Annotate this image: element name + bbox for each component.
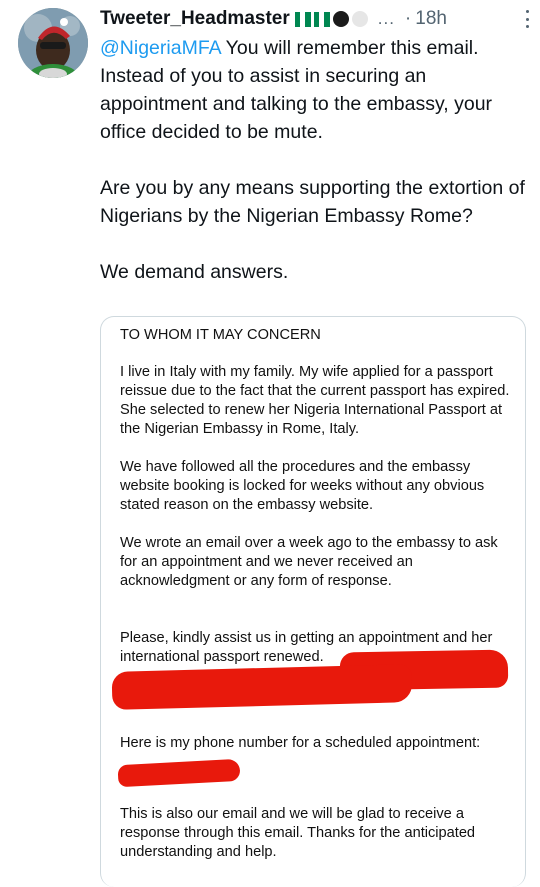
white-circle-icon	[351, 11, 368, 27]
tweet-paragraph-3: We demand answers.	[100, 261, 289, 283]
tweet-timestamp[interactable]: 18h	[415, 8, 447, 30]
name-truncation: ...	[377, 9, 395, 28]
letter-paragraph-2: We have followed all the procedures and …	[120, 459, 485, 513]
nigeria-flag-icon	[313, 11, 330, 27]
more-options-icon[interactable]	[522, 10, 532, 28]
letter-paragraph-6: This is also our email and we will be gl…	[120, 806, 476, 860]
letter-paragraph-1: I live in Italy with my family. My wife …	[120, 364, 510, 437]
username[interactable]: Tweeter_Headmaster	[100, 8, 290, 30]
name-emojis	[294, 11, 368, 27]
letter-paragraph-5: Here is my phone number for a scheduled …	[120, 735, 481, 751]
avatar[interactable]	[18, 8, 88, 78]
tweet-paragraph-2: Are you by any means supporting the exto…	[100, 177, 525, 227]
letter-title: TO WHOM IT MAY CONCERN	[120, 327, 321, 343]
mention-link[interactable]: @NigeriaMFA	[100, 37, 221, 59]
tweet-text: @NigeriaMFA You will remember this email…	[100, 34, 528, 286]
separator-dot: ·	[404, 8, 412, 29]
black-circle-icon	[332, 11, 349, 27]
tweet-paragraph-1: @NigeriaMFA You will remember this email…	[100, 37, 493, 143]
tweet-header: Tweeter_Headmaster ... · 18h	[100, 6, 532, 32]
nigeria-flag-icon	[294, 11, 311, 27]
redaction-mark	[111, 664, 413, 710]
letter-paragraph-3: We wrote an email over a week ago to the…	[120, 535, 498, 589]
